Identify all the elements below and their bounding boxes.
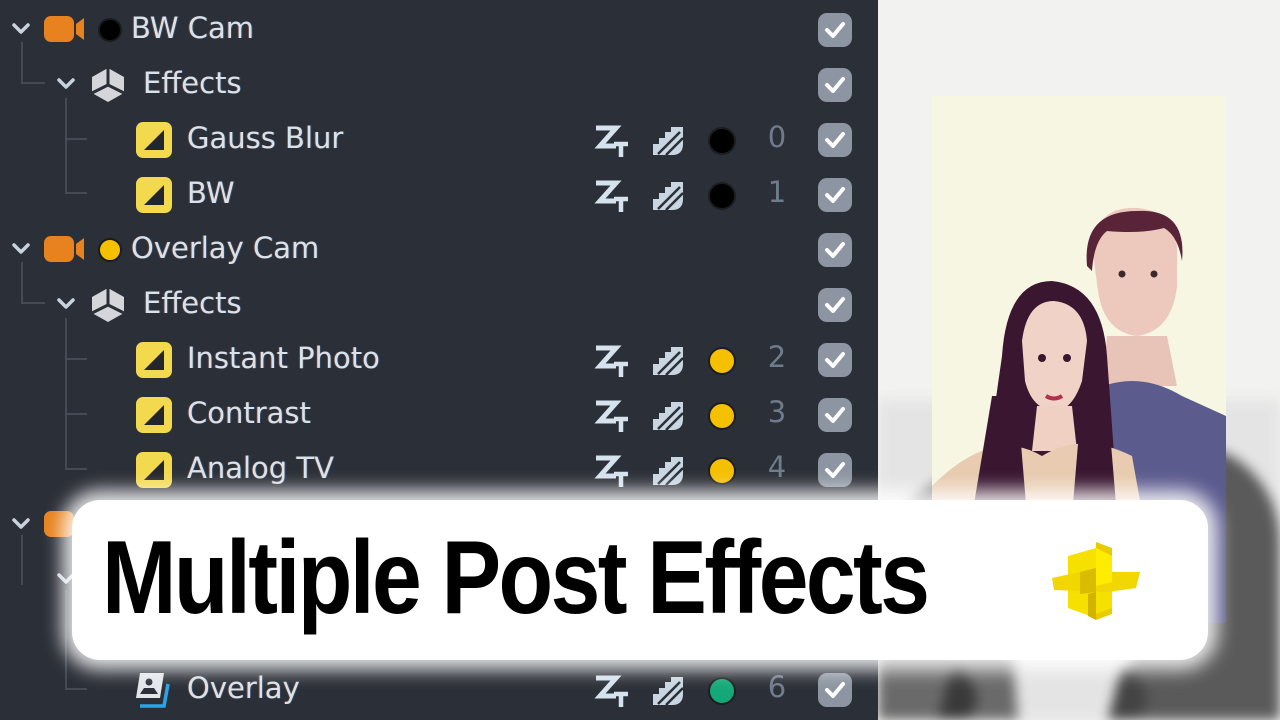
tag-color-dot[interactable] [708, 347, 736, 375]
tag-color-dot[interactable] [98, 18, 122, 42]
effect-label[interactable]: Analog TV [187, 451, 334, 485]
camera-label[interactable]: BW Cam [131, 11, 254, 45]
effect-label[interactable]: Instant Photo [187, 341, 380, 375]
post-effect-icon [134, 450, 174, 490]
banner-title: Multiple Post Effects [102, 520, 930, 636]
overlay-label[interactable]: Overlay [187, 671, 300, 705]
render-order: 3 [767, 395, 787, 429]
group-label[interactable]: Effects [143, 66, 242, 100]
camera-label[interactable]: Overlay Cam [131, 231, 319, 265]
post-effect-icon [134, 395, 174, 435]
chevron-down-icon[interactable] [10, 238, 32, 260]
render-order: 1 [767, 175, 787, 209]
post-effect-icon [134, 120, 174, 160]
render-order: 2 [767, 340, 787, 374]
tree-row-effect[interactable]: Gauss Blur 0 [0, 112, 878, 167]
yellow-cube-logo-icon [1050, 538, 1142, 624]
tag-color-dot[interactable] [708, 127, 736, 155]
group-label[interactable]: Effects [143, 286, 242, 320]
chevron-down-icon[interactable] [55, 73, 77, 95]
render-order: 4 [767, 450, 787, 484]
enabled-checkbox[interactable] [818, 68, 852, 102]
enabled-checkbox[interactable] [818, 288, 852, 322]
tree-row-overlay[interactable]: Overlay 6 [0, 662, 878, 717]
z-transform-icon[interactable] [594, 344, 630, 378]
tree-row-effects-group[interactable]: Effects [0, 277, 878, 332]
post-effect-icon [134, 340, 174, 380]
enabled-checkbox[interactable] [818, 673, 852, 707]
chevron-down-icon[interactable] [55, 293, 77, 315]
tree-row-effect[interactable]: BW 1 [0, 167, 878, 222]
camera-icon [44, 235, 90, 263]
render-mode-icon[interactable] [650, 179, 686, 213]
tag-color-dot[interactable] [708, 677, 736, 705]
effect-label[interactable]: Gauss Blur [187, 121, 343, 155]
enabled-checkbox[interactable] [818, 453, 852, 487]
tree-row-effect[interactable]: Analog TV 4 [0, 442, 878, 497]
effect-label[interactable]: Contrast [187, 396, 311, 430]
tree-row-effect[interactable]: Instant Photo 2 [0, 332, 878, 387]
image-overlay-icon [132, 670, 172, 710]
z-transform-icon[interactable] [594, 399, 630, 433]
camera-icon [44, 15, 90, 43]
z-transform-icon[interactable] [594, 124, 630, 158]
effect-label[interactable]: BW [187, 176, 235, 210]
render-mode-icon[interactable] [650, 454, 686, 488]
chevron-down-icon[interactable] [10, 513, 32, 535]
tag-color-dot[interactable] [98, 238, 122, 262]
enabled-checkbox[interactable] [818, 13, 852, 47]
render-mode-icon[interactable] [650, 674, 686, 708]
tree-row-effect[interactable]: Contrast 3 [0, 387, 878, 442]
tree-row-effects-group[interactable]: Effects [0, 57, 878, 112]
cube-effects-icon [88, 285, 128, 325]
render-mode-icon[interactable] [650, 124, 686, 158]
tag-color-dot[interactable] [708, 457, 736, 485]
enabled-checkbox[interactable] [818, 123, 852, 157]
render-mode-icon[interactable] [650, 344, 686, 378]
post-effect-icon [134, 175, 174, 215]
enabled-checkbox[interactable] [818, 178, 852, 212]
tree-row-camera[interactable]: BW Cam [0, 2, 878, 57]
tag-color-dot[interactable] [708, 182, 736, 210]
render-order: 6 [767, 670, 787, 704]
z-transform-icon[interactable] [594, 674, 630, 708]
z-transform-icon[interactable] [594, 454, 630, 488]
tree-row-camera[interactable]: Overlay Cam [0, 222, 878, 277]
render-order: 0 [767, 120, 787, 154]
enabled-checkbox[interactable] [818, 343, 852, 377]
enabled-checkbox[interactable] [818, 233, 852, 267]
chevron-down-icon[interactable] [10, 18, 32, 40]
z-transform-icon[interactable] [594, 179, 630, 213]
title-banner: Multiple Post Effects [72, 500, 1208, 660]
render-mode-icon[interactable] [650, 399, 686, 433]
enabled-checkbox[interactable] [818, 398, 852, 432]
tag-color-dot[interactable] [708, 402, 736, 430]
cube-effects-icon [88, 65, 128, 105]
